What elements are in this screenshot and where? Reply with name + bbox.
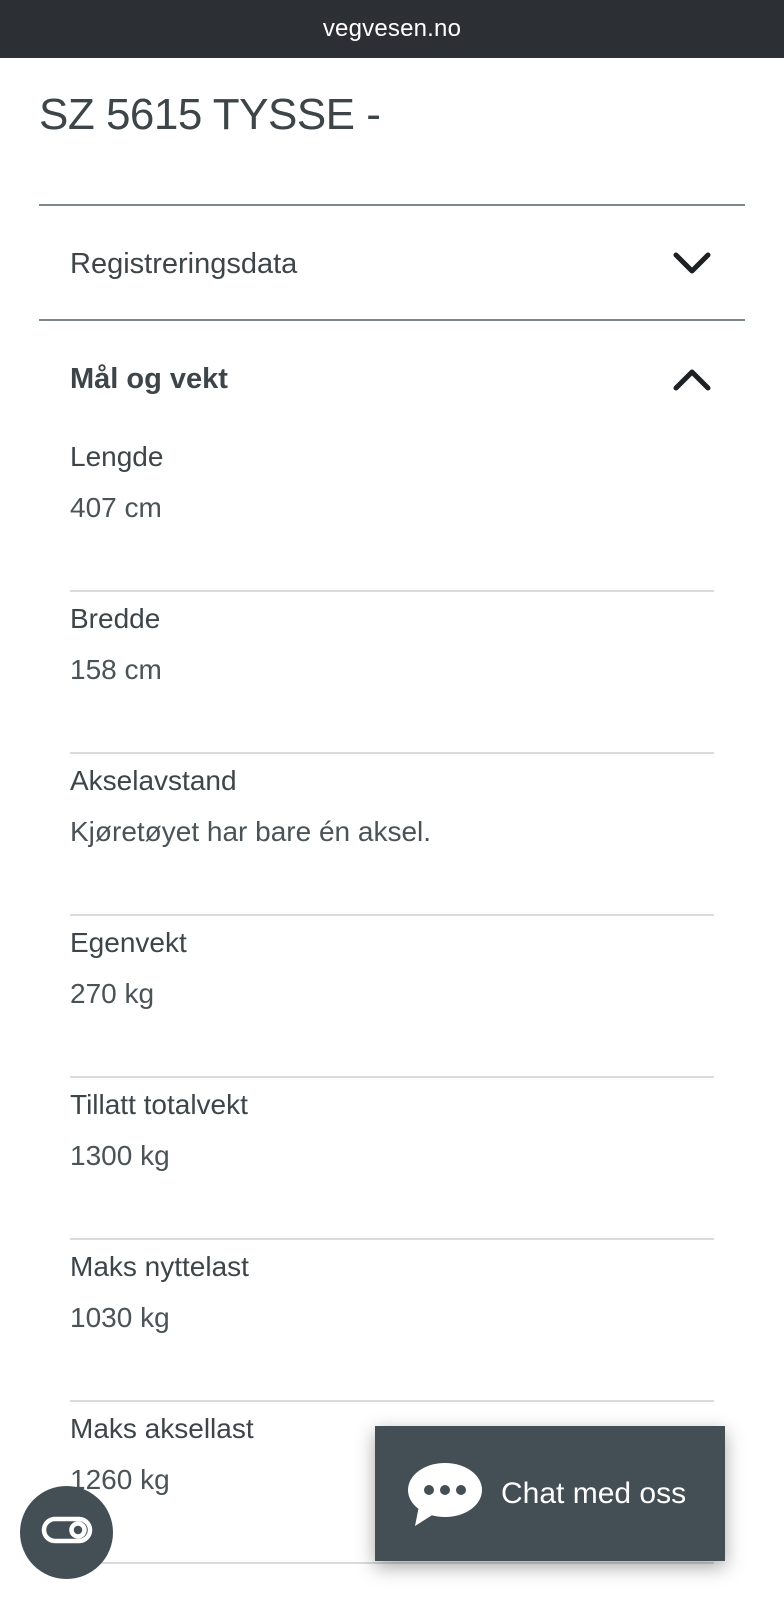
item-divider xyxy=(70,1562,714,1564)
list-item: Egenvekt 270 kg xyxy=(70,916,714,1078)
list-item: Lengde 407 cm xyxy=(70,430,714,592)
item-label: Bredde xyxy=(70,603,161,634)
accordion-label: Registreringsdata xyxy=(70,247,298,280)
item-label: Maks nyttelast xyxy=(70,1251,249,1282)
list-item: Akselavstand Kjøretøyet har bare én akse… xyxy=(70,754,714,916)
item-value: 1300 kg xyxy=(70,1140,170,1171)
chevron-down-icon xyxy=(670,249,714,279)
chat-bubble-icon xyxy=(405,1460,485,1528)
item-value: 158 cm xyxy=(70,654,162,685)
item-label: Egenvekt xyxy=(70,927,187,958)
accessibility-toggle-icon xyxy=(41,1515,93,1550)
item-value: 407 cm xyxy=(70,492,162,523)
item-label: Lengde xyxy=(70,441,164,472)
list-item: Bredde 158 cm xyxy=(70,592,714,754)
accordion-registreringsdata[interactable]: Registreringsdata xyxy=(39,210,745,318)
item-value: Kjøretøyet har bare én aksel. xyxy=(70,816,432,847)
accessibility-button[interactable] xyxy=(20,1486,113,1579)
item-label: Maks aksellast xyxy=(70,1413,254,1444)
accordion-mal-og-vekt[interactable]: Mål og vekt xyxy=(39,325,745,433)
item-value: 270 kg xyxy=(70,978,155,1009)
section-divider xyxy=(39,204,745,206)
item-label: Akselavstand xyxy=(70,765,237,796)
chevron-up-icon xyxy=(670,364,714,394)
domain-label: vegvesen.no xyxy=(322,15,462,42)
chat-button-label: Chat med oss xyxy=(501,1476,687,1510)
dimensions-list: Lengde 407 cm Bredde 158 cm Akselavstand… xyxy=(70,430,714,1564)
list-item: Tillatt totalvekt 1300 kg xyxy=(70,1078,714,1240)
accordion-label: Mål og vekt xyxy=(70,362,228,395)
item-value: 1030 kg xyxy=(70,1302,170,1333)
chat-button[interactable]: Chat med oss xyxy=(375,1426,725,1561)
page-title: SZ 5615 TYSSE - xyxy=(39,90,381,139)
browser-address-bar[interactable]: vegvesen.no xyxy=(0,0,784,58)
list-item: Maks nyttelast 1030 kg xyxy=(70,1240,714,1402)
section-divider xyxy=(39,319,745,321)
item-label: Tillatt totalvekt xyxy=(70,1089,248,1120)
